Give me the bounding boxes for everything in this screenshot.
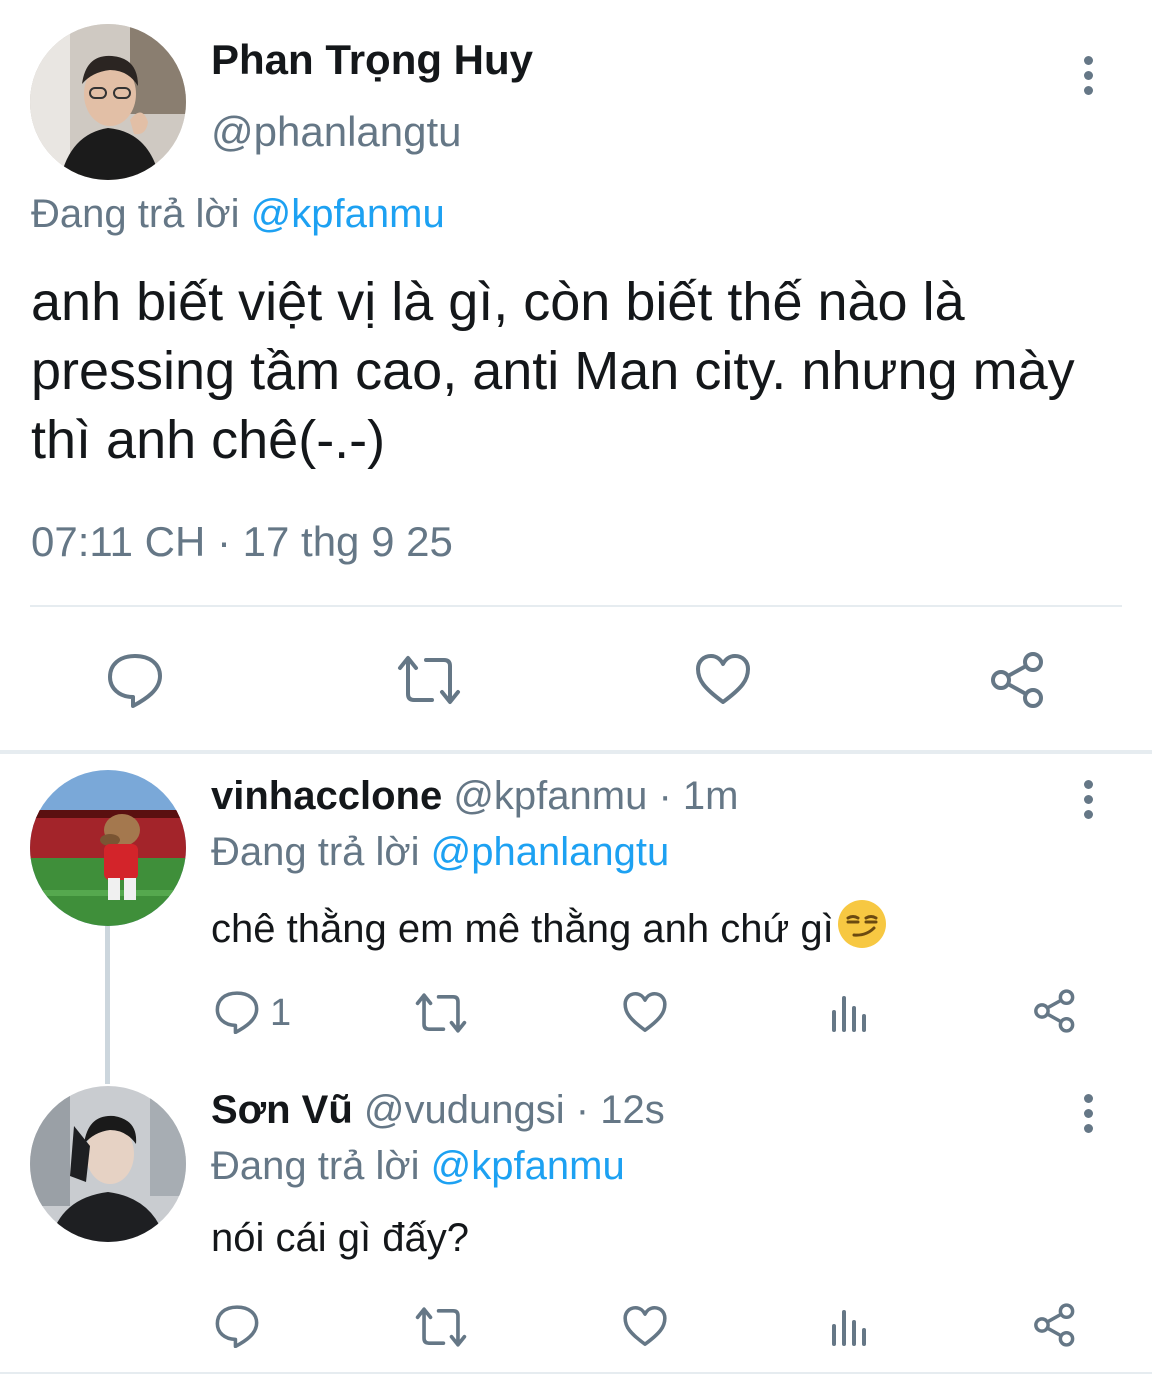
reply-icon[interactable] <box>106 652 164 708</box>
retweet-icon[interactable] <box>414 1306 468 1348</box>
main-tweet-timestamp[interactable]: 07:11 CH · 17 thg 9 25 <box>31 518 453 566</box>
replying-prefix: Đang trả lời <box>211 830 420 874</box>
reply-text: chê thằng em mê thằng anh chứ gì <box>211 898 888 960</box>
like-icon[interactable] <box>694 652 752 706</box>
reply-header: vinhacclone @kpfanmu · 1m <box>211 774 739 818</box>
main-author-handle[interactable]: @phanlangtu <box>211 108 462 156</box>
main-more-menu-icon[interactable] <box>1082 56 1094 100</box>
reply-author-name[interactable]: Sơn Vũ <box>211 1088 353 1132</box>
thread-connector-line <box>105 926 110 1084</box>
section-separator <box>0 750 1152 754</box>
reply-replying-to: Đang trả lời @phanlangtu <box>211 830 669 875</box>
share-icon[interactable] <box>1032 988 1078 1034</box>
like-icon[interactable] <box>622 990 668 1034</box>
reply-author-avatar[interactable] <box>30 1086 186 1242</box>
divider <box>0 1372 1152 1374</box>
reply-more-menu-icon[interactable] <box>1082 1094 1094 1138</box>
analytics-icon[interactable] <box>830 1308 870 1348</box>
reply-icon[interactable] <box>214 1304 260 1348</box>
main-author-avatar[interactable] <box>30 24 186 180</box>
reply-header: Sơn Vũ @vudungsi · 12s <box>211 1088 665 1132</box>
reply-count: 1 <box>270 992 292 1034</box>
replying-to-link[interactable]: @kpfanmu <box>251 192 445 236</box>
replying-prefix: Đang trả lời <box>31 192 240 236</box>
main-replying-to: Đang trả lời @kpfanmu <box>31 192 445 237</box>
reply-more-menu-icon[interactable] <box>1082 780 1094 824</box>
retweet-icon[interactable] <box>414 992 468 1034</box>
main-author-name[interactable]: Phan Trọng Huy <box>211 36 533 84</box>
analytics-icon[interactable] <box>830 994 870 1034</box>
reply-icon[interactable] <box>214 990 260 1034</box>
reply-time[interactable]: 12s <box>600 1088 665 1132</box>
reply-text: nói cái gì đấy? <box>211 1216 469 1260</box>
replying-to-link[interactable]: @phanlangtu <box>431 830 670 874</box>
smirk-emoji-icon <box>836 898 888 960</box>
retweet-icon[interactable] <box>396 654 462 706</box>
reply-text-content: chê thằng em mê thằng anh chứ gì <box>211 907 834 951</box>
replying-to-link[interactable]: @kpfanmu <box>431 1144 625 1188</box>
share-icon[interactable] <box>1032 1302 1078 1348</box>
divider <box>30 605 1122 607</box>
main-tweet-text: anh biết việt vị là gì, còn biết thế nào… <box>31 272 1075 470</box>
reply-author-handle[interactable]: @kpfanmu <box>453 774 647 818</box>
like-icon[interactable] <box>622 1304 668 1348</box>
reply-time[interactable]: 1m <box>683 774 739 818</box>
reply-replying-to: Đang trả lời @kpfanmu <box>211 1144 625 1189</box>
share-icon[interactable] <box>988 650 1048 710</box>
reply-author-avatar[interactable] <box>30 770 186 926</box>
replying-prefix: Đang trả lời <box>211 1144 420 1188</box>
reply-author-handle[interactable]: @vudungsi <box>364 1088 565 1132</box>
reply-author-name[interactable]: vinhacclone <box>211 774 442 818</box>
